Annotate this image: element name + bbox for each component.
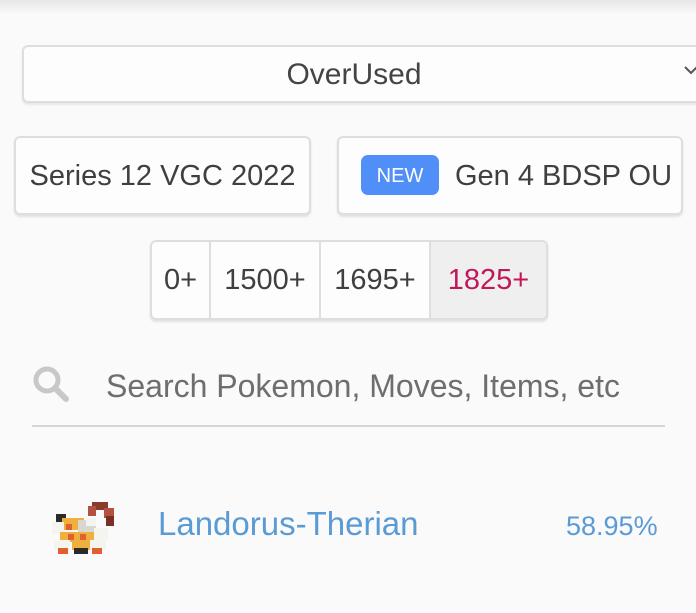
rating-option-1500[interactable]: 1500+ <box>211 242 321 318</box>
gen4-bdsp-ou-button[interactable]: NEW Gen 4 BDSP OU <box>337 136 683 215</box>
rating-filter-group: 0+ 1500+ 1695+ 1825+ <box>150 240 548 320</box>
search-underline <box>32 425 665 427</box>
chevron-down-icon <box>684 66 696 75</box>
pokemon-row[interactable]: Landorus-Therian 58.95% <box>0 478 696 588</box>
rating-option-1825[interactable]: 1825+ <box>431 242 546 318</box>
series-12-vgc-2022-button[interactable]: Series 12 VGC 2022 <box>14 136 311 215</box>
pokemon-name[interactable]: Landorus-Therian <box>158 505 419 543</box>
pokemon-usage: 58.95% <box>566 511 658 541</box>
gen4-bdsp-ou-label: Gen 4 BDSP OU <box>455 160 673 192</box>
top-shadow <box>0 0 696 14</box>
new-badge: NEW <box>361 155 439 195</box>
format-select[interactable]: OverUsed <box>22 45 696 103</box>
search-icon <box>33 366 69 402</box>
search-input[interactable] <box>106 356 632 416</box>
rating-option-1695[interactable]: 1695+ <box>321 242 431 318</box>
rating-option-0[interactable]: 0+ <box>152 242 211 318</box>
landorus-therian-sprite-icon <box>52 502 114 554</box>
series-12-vgc-2022-label: Series 12 VGC 2022 <box>29 160 296 192</box>
format-select-value: OverUsed <box>286 58 422 91</box>
